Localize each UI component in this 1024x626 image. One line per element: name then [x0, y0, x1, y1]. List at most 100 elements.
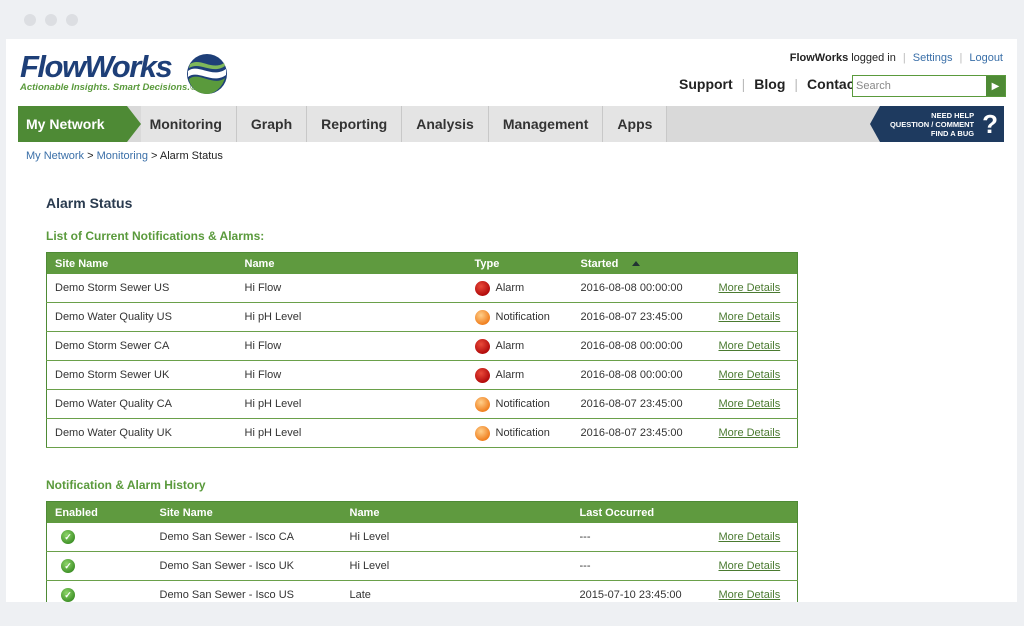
checkmark-icon[interactable]: ✓: [61, 588, 75, 602]
nav-apps[interactable]: Apps: [603, 106, 668, 142]
globe-logo-icon: [187, 54, 227, 94]
col-last-occurred[interactable]: Last Occurred: [571, 501, 711, 523]
login-status: logged in: [851, 52, 896, 64]
nav-reporting[interactable]: Reporting: [307, 106, 403, 142]
notification-icon: [474, 309, 490, 325]
help-button[interactable]: NEED HELP QUESTION / COMMENT FIND A BUG …: [870, 106, 1004, 142]
play-arrow-icon: ▶: [991, 80, 1000, 92]
table-row: Demo Water Quality CA Hi pH Level Notifi…: [46, 389, 798, 419]
table-row: Demo Storm Sewer CA Hi Flow Alarm 2016-0…: [46, 331, 798, 361]
col-site-name[interactable]: Site Name: [46, 252, 237, 274]
more-details-link[interactable]: More Details: [719, 282, 781, 294]
checkmark-icon[interactable]: ✓: [61, 530, 75, 544]
divider: |: [959, 52, 963, 64]
breadcrumb-sep: >: [151, 150, 160, 162]
breadcrumb: My Network > Monitoring > Alarm Status: [26, 150, 223, 162]
cell-site: Demo San Sewer - Isco CA: [151, 523, 342, 552]
account-links: FlowWorks logged in | Settings | Logout: [790, 52, 1003, 64]
cell-started: 2016-08-07 23:45:00: [572, 418, 711, 448]
notification-icon: [474, 396, 490, 412]
brand-logo[interactable]: FlowWorks Actionable Insights. Smart Dec…: [20, 51, 197, 94]
col-started-label: Started: [580, 257, 619, 270]
col-actions: [710, 501, 798, 523]
cell-name: Hi pH Level: [236, 302, 467, 332]
cell-name: Late: [341, 580, 572, 602]
help-line: NEED HELP: [931, 110, 975, 120]
breadcrumb-root[interactable]: My Network: [26, 150, 84, 162]
type-label: Alarm: [495, 369, 525, 381]
more-details-link[interactable]: More Details: [719, 560, 781, 572]
minimize-dot[interactable]: [45, 14, 57, 26]
col-type[interactable]: Type: [466, 252, 573, 274]
cell-type: Notification: [466, 418, 573, 448]
col-started[interactable]: Started: [572, 252, 711, 274]
nav-management[interactable]: Management: [488, 106, 604, 142]
cell-enabled: ✓: [46, 523, 152, 552]
settings-link[interactable]: Settings: [913, 52, 953, 64]
nav-my-network[interactable]: My Network: [18, 106, 141, 142]
more-details-link[interactable]: More Details: [719, 398, 781, 410]
blog-link[interactable]: Blog: [754, 76, 785, 92]
search-box: ▶: [852, 75, 1006, 97]
cell-type: Alarm: [466, 274, 573, 303]
cell-enabled: ✓: [46, 580, 152, 602]
col-enabled[interactable]: Enabled: [46, 501, 152, 523]
type-label: Alarm: [495, 282, 525, 294]
col-name[interactable]: Name: [341, 501, 572, 523]
col-site-name[interactable]: Site Name: [151, 501, 342, 523]
search-submit-button[interactable]: ▶: [986, 76, 1005, 96]
nav-graph[interactable]: Graph: [236, 106, 308, 142]
alarms-section-title: List of Current Notifications & Alarms:: [46, 229, 265, 243]
page-title: Alarm Status: [46, 195, 133, 211]
type-label: Notification: [495, 427, 550, 439]
table-header-row: Site Name Name Type Started: [46, 252, 798, 274]
cell-site: Demo San Sewer - Isco UK: [151, 551, 342, 581]
close-dot[interactable]: [24, 14, 36, 26]
checkmark-icon[interactable]: ✓: [61, 559, 75, 573]
table-row: Demo Water Quality UK Hi pH Level Notifi…: [46, 418, 798, 448]
more-details-link[interactable]: More Details: [719, 311, 781, 323]
cell-site: Demo Storm Sewer UK: [46, 360, 237, 390]
cell-link: More Details: [710, 389, 798, 419]
maximize-dot[interactable]: [66, 14, 78, 26]
cell-started: 2016-08-08 00:00:00: [572, 331, 711, 361]
more-details-link[interactable]: More Details: [719, 427, 781, 439]
breadcrumb-sep: >: [87, 150, 97, 162]
browser-window: FlowWorks Actionable Insights. Smart Dec…: [6, 39, 1017, 602]
nav-monitoring[interactable]: Monitoring: [140, 106, 237, 142]
cell-type: Notification: [466, 302, 573, 332]
alarms-table: Site Name Name Type Started Demo Storm S…: [46, 252, 798, 448]
cell-name: Hi Flow: [236, 360, 467, 390]
cell-type: Notification: [466, 389, 573, 419]
more-details-link[interactable]: More Details: [719, 589, 781, 601]
search-input[interactable]: [853, 76, 986, 96]
table-row: ✓ Demo San Sewer - Isco UK Hi Level --- …: [46, 551, 798, 581]
divider: |: [902, 52, 906, 64]
breadcrumb-current: Alarm Status: [159, 150, 223, 162]
cell-site: Demo Water Quality CA: [46, 389, 237, 419]
cell-enabled: ✓: [46, 551, 152, 581]
cell-link: More Details: [710, 580, 798, 602]
more-details-link[interactable]: More Details: [719, 531, 781, 543]
more-details-link[interactable]: More Details: [719, 369, 781, 381]
help-line: QUESTION / COMMENT: [889, 119, 975, 129]
cell-link: More Details: [710, 302, 798, 332]
type-label: Notification: [495, 311, 550, 323]
divider: |: [794, 76, 799, 92]
support-link[interactable]: Support: [679, 76, 733, 92]
logout-link[interactable]: Logout: [969, 52, 1003, 64]
table-row: Demo Storm Sewer US Hi Flow Alarm 2016-0…: [46, 274, 798, 303]
alarm-icon: [474, 280, 490, 296]
history-section-title: Notification & Alarm History: [46, 478, 206, 492]
nav-analysis[interactable]: Analysis: [402, 106, 489, 142]
col-name[interactable]: Name: [236, 252, 467, 274]
cell-type: Alarm: [466, 331, 573, 361]
cell-name: Hi Flow: [236, 331, 467, 361]
help-text: NEED HELP QUESTION / COMMENT FIND A BUG: [890, 111, 974, 138]
cell-name: Hi pH Level: [236, 389, 467, 419]
cell-site: Demo Water Quality US: [46, 302, 237, 332]
divider: |: [741, 76, 746, 92]
sort-ascending-icon: [632, 261, 641, 267]
more-details-link[interactable]: More Details: [719, 340, 781, 352]
breadcrumb-parent[interactable]: Monitoring: [97, 150, 148, 162]
